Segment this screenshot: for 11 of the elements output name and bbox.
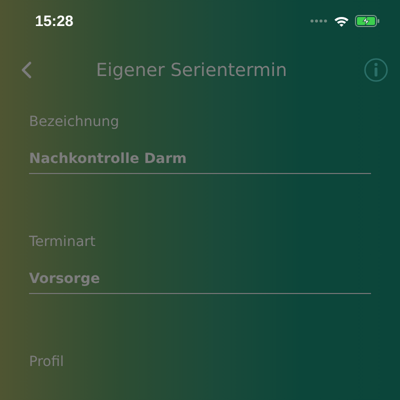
wifi-icon	[334, 16, 349, 26]
input-field[interactable]: Nachkontrolle Darm	[29, 151, 371, 174]
field-label: Bezeichnung	[29, 114, 120, 130]
input-field[interactable]: Vorsorge	[29, 271, 371, 294]
back-icon[interactable]	[21, 61, 32, 79]
info-icon[interactable]	[364, 58, 388, 82]
field-label: Terminart	[29, 234, 97, 250]
screen-title: Eigener Serientermin	[94, 60, 288, 80]
field-label: Profil	[29, 354, 65, 370]
status-time: 15:28	[35, 12, 74, 30]
signal-icon	[310, 19, 328, 23]
